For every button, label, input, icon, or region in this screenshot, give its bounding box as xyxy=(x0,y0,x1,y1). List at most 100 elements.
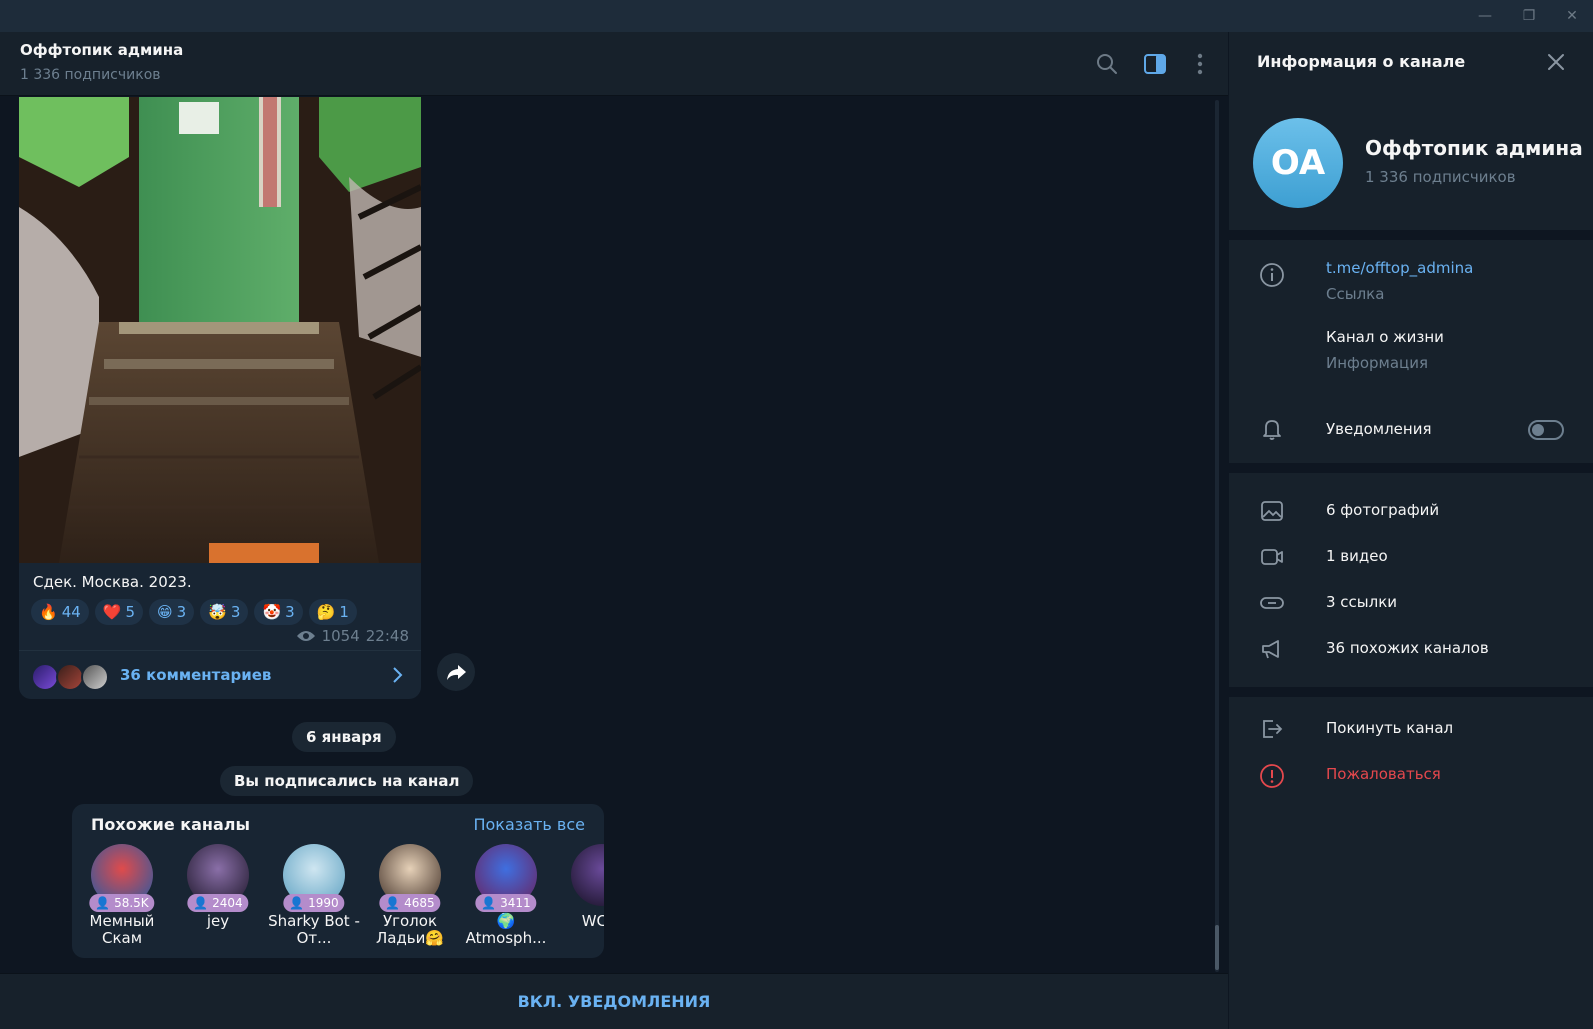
show-all-link[interactable]: Показать все xyxy=(473,815,585,834)
subscriber-badge: 👤 58.5K xyxy=(89,894,155,912)
megaphone-icon xyxy=(1262,640,1279,659)
media-videos[interactable]: 1 видео xyxy=(1326,547,1388,565)
chat-history[interactable]: Сдек. Москва. 2023. 🔥 44 ❤️ 5 😁 3 🤯 3 🤡 … xyxy=(0,97,1228,973)
subscriber-count: 3411 xyxy=(500,896,531,910)
bell-icon xyxy=(1263,420,1281,440)
info-icon xyxy=(1260,263,1284,287)
notifications-toggle[interactable] xyxy=(1528,420,1564,440)
similar-channels-card: Похожие каналы Показать все 👤 58.5K Мемн… xyxy=(72,804,604,958)
maximize-icon[interactable]: ❐ xyxy=(1514,4,1544,28)
channel-name: Мемный Скам xyxy=(89,912,155,947)
similar-channel-item[interactable]: 👤 3411 🌍 Atmosph... xyxy=(458,844,554,954)
reaction-count: 5 xyxy=(125,603,136,621)
post-time: 22:48 xyxy=(365,627,409,645)
media-similar-channels[interactable]: 36 похожих каналов xyxy=(1326,639,1489,657)
subscriber-count: 58.5K xyxy=(114,896,149,910)
post-photo[interactable] xyxy=(19,97,421,563)
thinking-emoji-icon: 🤔 xyxy=(316,603,336,621)
chat-header[interactable]: Оффтопик админа 1 336 подписчиков xyxy=(0,32,1228,96)
subscriber-count: 4685 xyxy=(404,896,435,910)
channel-name: 🌍 Atmosph... xyxy=(465,912,547,947)
channel-name: Sharky Bot - От... xyxy=(268,912,360,947)
similar-channel-item[interactable]: 👤 2404 jey xyxy=(170,844,266,954)
similar-channel-item[interactable]: WC C xyxy=(554,844,604,954)
reaction-grin[interactable]: 😁 3 xyxy=(149,599,195,625)
channel-post[interactable]: Сдек. Москва. 2023. 🔥 44 ❤️ 5 😁 3 🤯 3 🤡 … xyxy=(19,97,421,699)
comments-label: 36 комментариев xyxy=(120,666,272,684)
subscriber-count: 2404 xyxy=(212,896,243,910)
subscriber-count: 1990 xyxy=(308,896,339,910)
divider xyxy=(1229,230,1593,240)
grin-emoji-icon: 😁 xyxy=(157,603,173,621)
channel-name: Оффтопик админа xyxy=(1365,136,1583,160)
report-button[interactable]: Пожаловаться xyxy=(1326,765,1441,783)
service-message-joined: Вы подписались на канал xyxy=(220,766,474,796)
chat-scrollbar-track[interactable] xyxy=(1215,100,1219,972)
search-icon[interactable] xyxy=(1093,50,1121,78)
video-icon xyxy=(1261,549,1283,565)
channel-avatar[interactable]: OA xyxy=(1253,118,1343,208)
reaction-thinking[interactable]: 🤔 1 xyxy=(308,599,357,625)
divider xyxy=(1229,463,1593,473)
subscriber-badge: 👤 1990 xyxy=(283,894,345,912)
similar-channel-item[interactable]: 👤 58.5K Мемный Скам xyxy=(74,844,170,954)
avatar xyxy=(31,663,59,691)
reaction-count: 3 xyxy=(230,603,241,621)
chat-subtitle: 1 336 подписчиков xyxy=(20,67,161,83)
chat-title[interactable]: Оффтопик админа xyxy=(20,41,183,59)
eye-icon xyxy=(296,631,315,641)
enable-notifications-button[interactable]: ВКЛ. УВЕДОМЛЕНИЯ xyxy=(0,974,1228,1029)
fire-emoji-icon: 🔥 xyxy=(39,603,58,621)
media-links[interactable]: 3 ссылки xyxy=(1326,593,1397,611)
channel-name: jey xyxy=(206,912,230,930)
link-icon xyxy=(1260,597,1284,609)
reaction-fire[interactable]: 🔥 44 xyxy=(31,599,89,625)
date-separator: 6 января xyxy=(292,722,396,752)
channel-name: WC C xyxy=(581,912,604,930)
close-icon[interactable] xyxy=(1544,50,1568,74)
minimize-icon[interactable]: — xyxy=(1470,4,1500,28)
exploding-head-emoji-icon: 🤯 xyxy=(208,603,227,621)
report-icon xyxy=(1260,764,1284,788)
share-arrow-icon xyxy=(447,665,466,680)
channel-subscribers: 1 336 подписчиков xyxy=(1365,168,1516,186)
window-title-bar: — ❐ ✕ xyxy=(0,0,1593,32)
more-options-icon[interactable] xyxy=(1186,50,1214,78)
share-button[interactable] xyxy=(437,653,475,691)
commenter-avatars xyxy=(31,663,111,691)
channel-link-hint: Ссылка xyxy=(1326,285,1385,303)
reaction-clown[interactable]: 🤡 3 xyxy=(254,599,303,625)
photo-icon xyxy=(1261,501,1283,521)
reaction-heart[interactable]: ❤️ 5 xyxy=(94,599,144,625)
reaction-count: 44 xyxy=(61,603,81,621)
reaction-exploding-head[interactable]: 🤯 3 xyxy=(200,599,249,625)
channel-about-hint: Информация xyxy=(1326,354,1429,372)
avatar xyxy=(571,844,604,906)
channel-name: Уголок Ладьи🤗 xyxy=(375,912,445,947)
bottom-bar: ВКЛ. УВЕДОМЛЕНИЯ xyxy=(0,973,1228,1029)
post-photo-image xyxy=(19,97,421,563)
similar-channels-title: Похожие каналы xyxy=(91,815,250,834)
media-photos[interactable]: 6 фотографий xyxy=(1326,501,1439,519)
close-window-icon[interactable]: ✕ xyxy=(1557,4,1587,28)
channel-link[interactable]: t.me/offtop_admina xyxy=(1326,259,1473,277)
heart-emoji-icon: ❤️ xyxy=(102,603,122,621)
comments-button[interactable]: 36 комментариев xyxy=(19,650,421,699)
chat-scrollbar-thumb[interactable] xyxy=(1215,925,1219,970)
subscriber-badge: 👤 3411 xyxy=(475,894,537,912)
subscriber-badge: 👤 2404 xyxy=(187,894,249,912)
reaction-count: 3 xyxy=(176,603,187,621)
clown-emoji-icon: 🤡 xyxy=(262,603,282,621)
subscriber-badge: 👤 4685 xyxy=(379,894,441,912)
sidebar-toggle-icon[interactable] xyxy=(1141,50,1169,78)
reaction-count: 3 xyxy=(285,603,295,621)
view-count: 1054 xyxy=(321,627,360,645)
divider xyxy=(1229,687,1593,697)
similar-channel-item[interactable]: 👤 1990 Sharky Bot - От... xyxy=(266,844,362,954)
similar-channel-item[interactable]: 👤 4685 Уголок Ладьи🤗 xyxy=(362,844,458,954)
reactions-row: 🔥 44 ❤️ 5 😁 3 🤯 3 🤡 3 🤔 1 xyxy=(31,599,357,625)
leave-channel-button[interactable]: Покинуть канал xyxy=(1326,719,1453,737)
panel-title: Информация о канале xyxy=(1257,52,1466,71)
channel-about[interactable]: Канал о жизни xyxy=(1326,328,1444,346)
channel-info-panel: Информация о канале OA Оффтопик админа 1… xyxy=(1229,32,1593,1029)
